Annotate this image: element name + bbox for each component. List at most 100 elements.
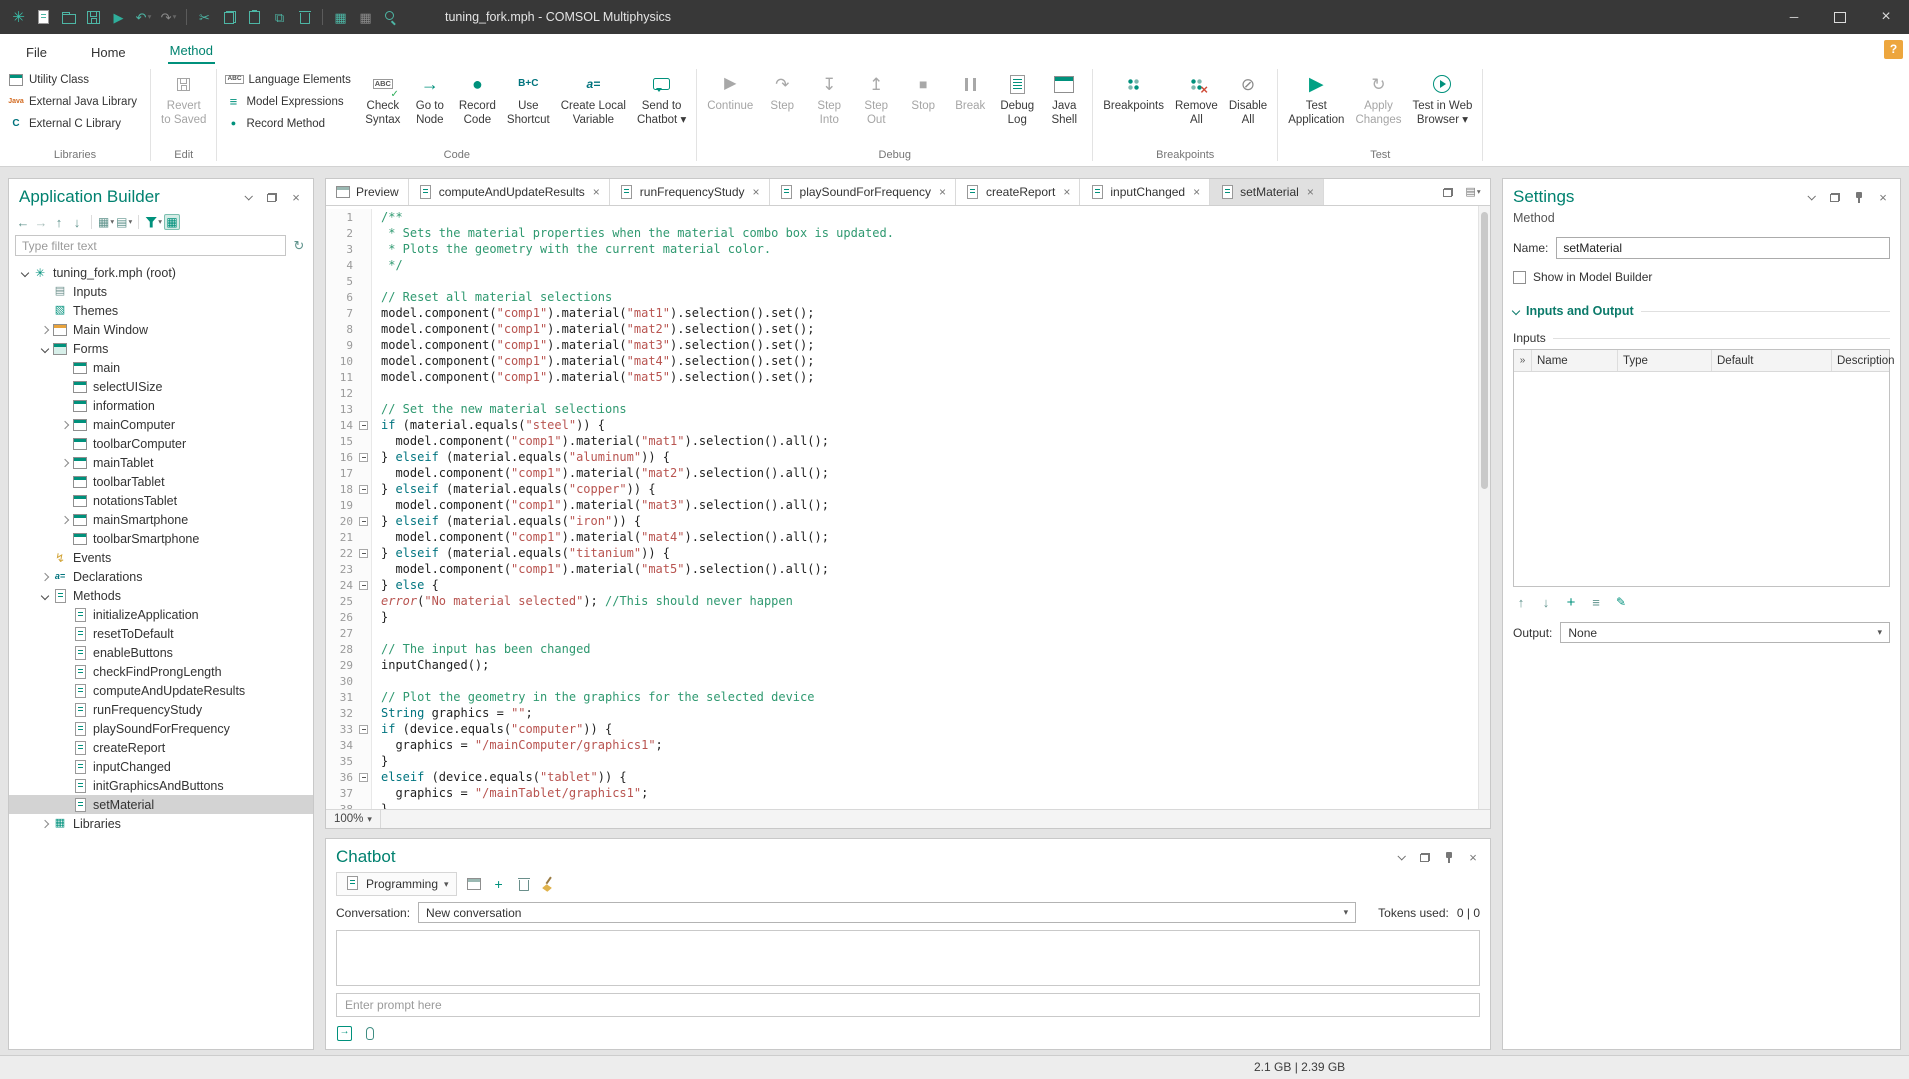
column-header-type[interactable]: Type	[1618, 350, 1712, 371]
search-icon[interactable]	[378, 9, 403, 25]
filter-icon[interactable]: ▾	[145, 214, 162, 230]
close-panel-icon[interactable]: ×	[1875, 189, 1891, 205]
prompt-input[interactable]	[336, 993, 1480, 1017]
editor-tab-inputchanged[interactable]: inputChanged×	[1080, 179, 1210, 205]
close-tab-icon[interactable]: ×	[1063, 185, 1070, 199]
remove-all-button[interactable]: Remove All	[1170, 66, 1223, 128]
panel-menu-icon[interactable]	[240, 189, 256, 205]
undo-icon[interactable]: ↶▾	[131, 9, 156, 25]
refresh-icon[interactable]: ↻	[291, 238, 307, 254]
tree-item-tuning-fork-mph-root[interactable]: ✳tuning_fork.mph (root)	[9, 263, 313, 282]
language-elements-button[interactable]: ABCLanguage Elements	[222, 70, 353, 89]
new-conversation-icon[interactable]: +	[491, 876, 507, 892]
tree-item-enablebuttons[interactable]: enableButtons	[9, 643, 313, 662]
float-panel-icon[interactable]	[1827, 189, 1843, 205]
duplicate-icon[interactable]: ⧉	[267, 9, 292, 25]
editor-tab-playsoundforfrequency[interactable]: playSoundForFrequency×	[770, 179, 956, 205]
close-panel-icon[interactable]: ×	[1465, 849, 1481, 865]
show-in-model-builder-option[interactable]: Show in Model Builder	[1503, 263, 1900, 291]
fold-toggle-icon[interactable]	[356, 481, 372, 497]
maximize-button[interactable]	[1817, 0, 1863, 34]
fold-toggle-icon[interactable]	[356, 545, 372, 561]
check-syntax-button[interactable]: ABC✓Check Syntax	[360, 66, 406, 128]
conversation-select[interactable]: New conversation ▾	[418, 902, 1356, 923]
tree-item-main[interactable]: main	[9, 358, 313, 377]
minimize-button[interactable]	[1771, 0, 1817, 34]
tree-item-notationstablet[interactable]: notationsTablet	[9, 491, 313, 510]
model-expressions-button[interactable]: ≡Model Expressions	[222, 92, 353, 111]
editor-vertical-scrollbar[interactable]	[1478, 206, 1490, 809]
java-shell-button[interactable]: Java Shell	[1041, 66, 1087, 128]
new-file-icon[interactable]	[31, 9, 56, 25]
tree-item-checkfindpronglength[interactable]: checkFindProngLength	[9, 662, 313, 681]
zoom-control[interactable]: 100% ▾	[326, 810, 381, 828]
highlight-in-editor-icon[interactable]: ▦	[164, 214, 180, 230]
fold-toggle-icon[interactable]	[356, 417, 372, 433]
tree-item-forms[interactable]: Forms	[9, 339, 313, 358]
output-select[interactable]: None ▾	[1560, 622, 1890, 643]
tree-item-selectuisize[interactable]: selectUISize	[9, 377, 313, 396]
use-shortcut-button[interactable]: B+CUse Shortcut	[502, 66, 555, 128]
tree-item-runfrequencystudy[interactable]: runFrequencyStudy	[9, 700, 313, 719]
external-java-library-button[interactable]: JavaExternal Java Library	[5, 92, 140, 111]
tree-item-initgraphicsandbuttons[interactable]: initGraphicsAndButtons	[9, 776, 313, 795]
editor-tab-createreport[interactable]: createReport×	[956, 179, 1080, 205]
move-up-icon[interactable]: ↑	[51, 214, 67, 230]
disable-all-button[interactable]: ⊘Disable All	[1224, 66, 1272, 128]
fold-toggle-icon[interactable]	[356, 513, 372, 529]
tree-item-information[interactable]: information	[9, 396, 313, 415]
table-view-icon[interactable]: ▦▾	[98, 214, 114, 230]
column-header-default[interactable]: Default	[1712, 350, 1832, 371]
forward-icon[interactable]: →	[33, 214, 49, 230]
fold-toggle-icon[interactable]	[356, 721, 372, 737]
list-view-icon[interactable]: ▤▾	[116, 214, 132, 230]
collapse-arrow-icon[interactable]	[17, 265, 32, 280]
float-panel-icon[interactable]	[264, 189, 280, 205]
fold-toggle-icon[interactable]	[356, 449, 372, 465]
delete-conversation-icon[interactable]	[516, 876, 532, 892]
send-icon[interactable]	[336, 1025, 352, 1041]
ribbon-tab-file[interactable]: File	[24, 40, 49, 64]
properties-icon[interactable]: ≡	[1588, 594, 1604, 610]
pin-panel-icon[interactable]	[1851, 189, 1867, 205]
pin-panel-icon[interactable]	[1441, 849, 1457, 865]
collapse-arrow-icon[interactable]	[37, 588, 52, 603]
close-panel-icon[interactable]: ×	[288, 189, 304, 205]
ribbon-tab-home[interactable]: Home	[89, 40, 128, 64]
delete-table-icon[interactable]: ▦	[353, 9, 378, 25]
comsol-logo-icon[interactable]: ✳	[6, 9, 31, 25]
tree-item-mainsmartphone[interactable]: mainSmartphone	[9, 510, 313, 529]
cut-icon[interactable]: ✂	[192, 9, 217, 25]
test-application-button[interactable]: ▶Test Application	[1283, 66, 1349, 128]
move-up-icon[interactable]: ↑	[1513, 594, 1529, 610]
move-down-icon[interactable]: ↓	[69, 214, 85, 230]
filter-input[interactable]	[15, 235, 286, 256]
column-header-description[interactable]: Description	[1832, 350, 1901, 371]
help-button[interactable]: ?	[1884, 40, 1903, 59]
name-input[interactable]	[1556, 237, 1890, 259]
create-local-variable-button[interactable]: a=Create Local Variable	[556, 66, 631, 128]
tree-item-computeandupdateresults[interactable]: computeAndUpdateResults	[9, 681, 313, 700]
panel-menu-icon[interactable]	[1393, 849, 1409, 865]
tree-item-toolbarsmartphone[interactable]: toolbarSmartphone	[9, 529, 313, 548]
tree-item-methods[interactable]: Methods	[9, 586, 313, 605]
expand-arrow-icon[interactable]	[57, 417, 72, 432]
paste-icon[interactable]	[242, 9, 267, 25]
breakpoints-button[interactable]: Breakpoints	[1098, 66, 1169, 115]
editor-tab-runfrequencystudy[interactable]: runFrequencyStudy×	[610, 179, 770, 205]
add-icon[interactable]: +	[1563, 594, 1579, 610]
close-tab-icon[interactable]: ×	[1307, 185, 1314, 199]
tree-item-main-window[interactable]: Main Window	[9, 320, 313, 339]
edit-icon[interactable]: ✎	[1613, 594, 1629, 610]
attach-icon[interactable]	[362, 1025, 378, 1041]
copy-icon[interactable]	[217, 9, 242, 25]
tree-item-initializeapplication[interactable]: initializeApplication	[9, 605, 313, 624]
clear-conversation-icon[interactable]	[541, 876, 557, 892]
tree-item-createreport[interactable]: createReport	[9, 738, 313, 757]
send-to-chatbot-button[interactable]: Send to Chatbot ▾	[632, 66, 691, 128]
close-tab-icon[interactable]: ×	[753, 185, 760, 199]
close-tab-icon[interactable]: ×	[939, 185, 946, 199]
tree-item-inputs[interactable]: ▤Inputs	[9, 282, 313, 301]
tree-item-toolbarcomputer[interactable]: toolbarComputer	[9, 434, 313, 453]
mode-selector[interactable]: Programming ▾	[336, 872, 457, 896]
